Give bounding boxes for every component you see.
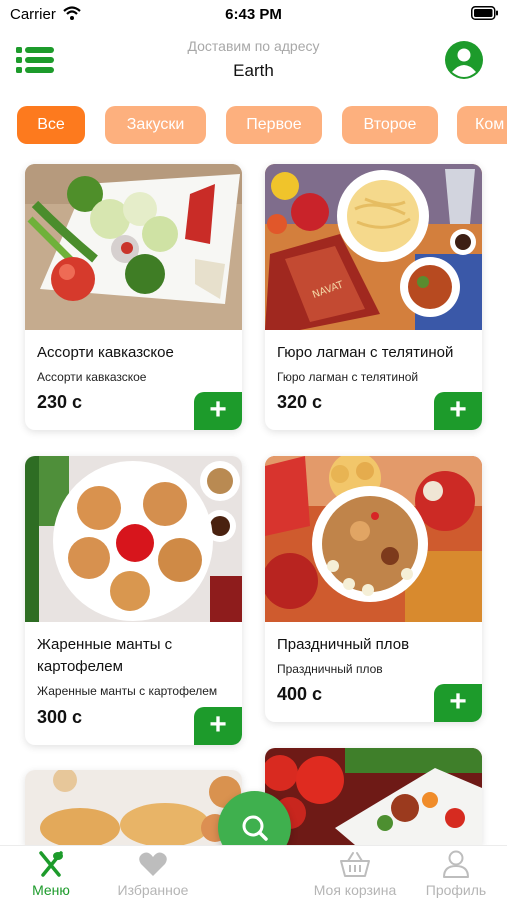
product-card[interactable]: Праздничный плов Праздничный плов 400 с … (265, 456, 482, 722)
category-combo[interactable]: Ком (457, 106, 507, 144)
tab-favorites[interactable]: Избранное (106, 846, 200, 900)
tab-cart[interactable]: Моя корзина (304, 846, 406, 900)
product-image-salad (265, 748, 482, 845)
product-image-manty (25, 456, 242, 622)
profile-button[interactable] (445, 41, 483, 79)
basket-icon (340, 852, 370, 877)
product-image-lagman: NAVAT (265, 164, 482, 330)
person-icon (443, 850, 469, 878)
product-title: Жаренные манты с картофелем (37, 636, 173, 675)
category-tabs: Все Закуски Первое Второе Ком (0, 104, 507, 146)
add-to-cart-button[interactable]: + (434, 684, 482, 722)
tab-favorites-label: Избранное (117, 882, 189, 898)
add-to-cart-button[interactable]: + (434, 392, 482, 430)
product-info: Жаренные манты с картофелем Жаренные ман… (37, 634, 232, 698)
list-icon (16, 47, 54, 73)
product-card[interactable] (25, 770, 242, 845)
tab-menu-label: Меню (32, 882, 70, 898)
product-price: 230 с (37, 392, 83, 412)
fork-knife-icon (39, 851, 63, 877)
product-card[interactable]: Жаренные манты с картофелем Жаренные ман… (25, 456, 242, 745)
category-all[interactable]: Все (17, 106, 85, 144)
product-description: Гюро лагман с телятиной (277, 370, 419, 384)
product-info: Гюро лагман с телятиной Гюро лагман с те… (277, 342, 472, 384)
product-info: Ассорти кавказское Ассорти кавказское (37, 342, 232, 384)
tab-profile[interactable]: Профиль (420, 846, 492, 900)
product-image-plov (265, 456, 482, 622)
product-card[interactable]: NAVAT Гюро лагман с телятиной Гюро лагма… (265, 164, 482, 430)
status-time: 6:43 PM (225, 6, 282, 23)
product-price: 300 с (37, 707, 83, 727)
product-image-pastry (25, 770, 242, 845)
tab-menu[interactable]: Меню (26, 846, 76, 900)
category-snacks[interactable]: Закуски (105, 106, 206, 144)
product-title: Гюро лагман с телятиной (277, 344, 454, 361)
category-second-course[interactable]: Второе (342, 106, 438, 144)
status-bar: Carrier 6:43 PM (0, 0, 507, 28)
add-to-cart-button[interactable]: + (194, 392, 242, 430)
tab-profile-label: Профиль (425, 882, 487, 898)
battery-icon (471, 6, 498, 20)
tab-cart-label: Моя корзина (313, 882, 397, 898)
product-description: Ассорти кавказское (37, 370, 147, 384)
add-to-cart-button[interactable]: + (194, 707, 242, 745)
category-first-course[interactable]: Первое (226, 106, 322, 144)
delivery-address[interactable]: Доставим по адресу Earth (100, 38, 407, 81)
product-card[interactable]: Ассорти кавказское Ассорти кавказское 23… (25, 164, 242, 430)
product-price: 400 с (277, 684, 323, 704)
product-description: Праздничный плов (277, 662, 383, 676)
user-circle-icon (445, 41, 483, 79)
product-price: 320 с (277, 392, 323, 412)
menu-list-button[interactable] (16, 46, 54, 74)
product-description: Жаренные манты с картофелем (37, 684, 218, 698)
delivery-subtitle: Доставим по адресу (187, 38, 320, 54)
search-icon (242, 815, 268, 841)
product-image-assorti (25, 164, 242, 330)
product-info: Праздничный плов Праздничный плов (277, 634, 472, 676)
tab-bar: Меню Избранное Моя корзина Профиль (0, 845, 507, 900)
heart-icon (139, 852, 167, 876)
product-card[interactable] (265, 748, 482, 845)
product-title: Ассорти кавказское (37, 344, 174, 361)
delivery-address-value: Earth (233, 61, 274, 80)
product-title: Праздничный плов (277, 636, 410, 653)
